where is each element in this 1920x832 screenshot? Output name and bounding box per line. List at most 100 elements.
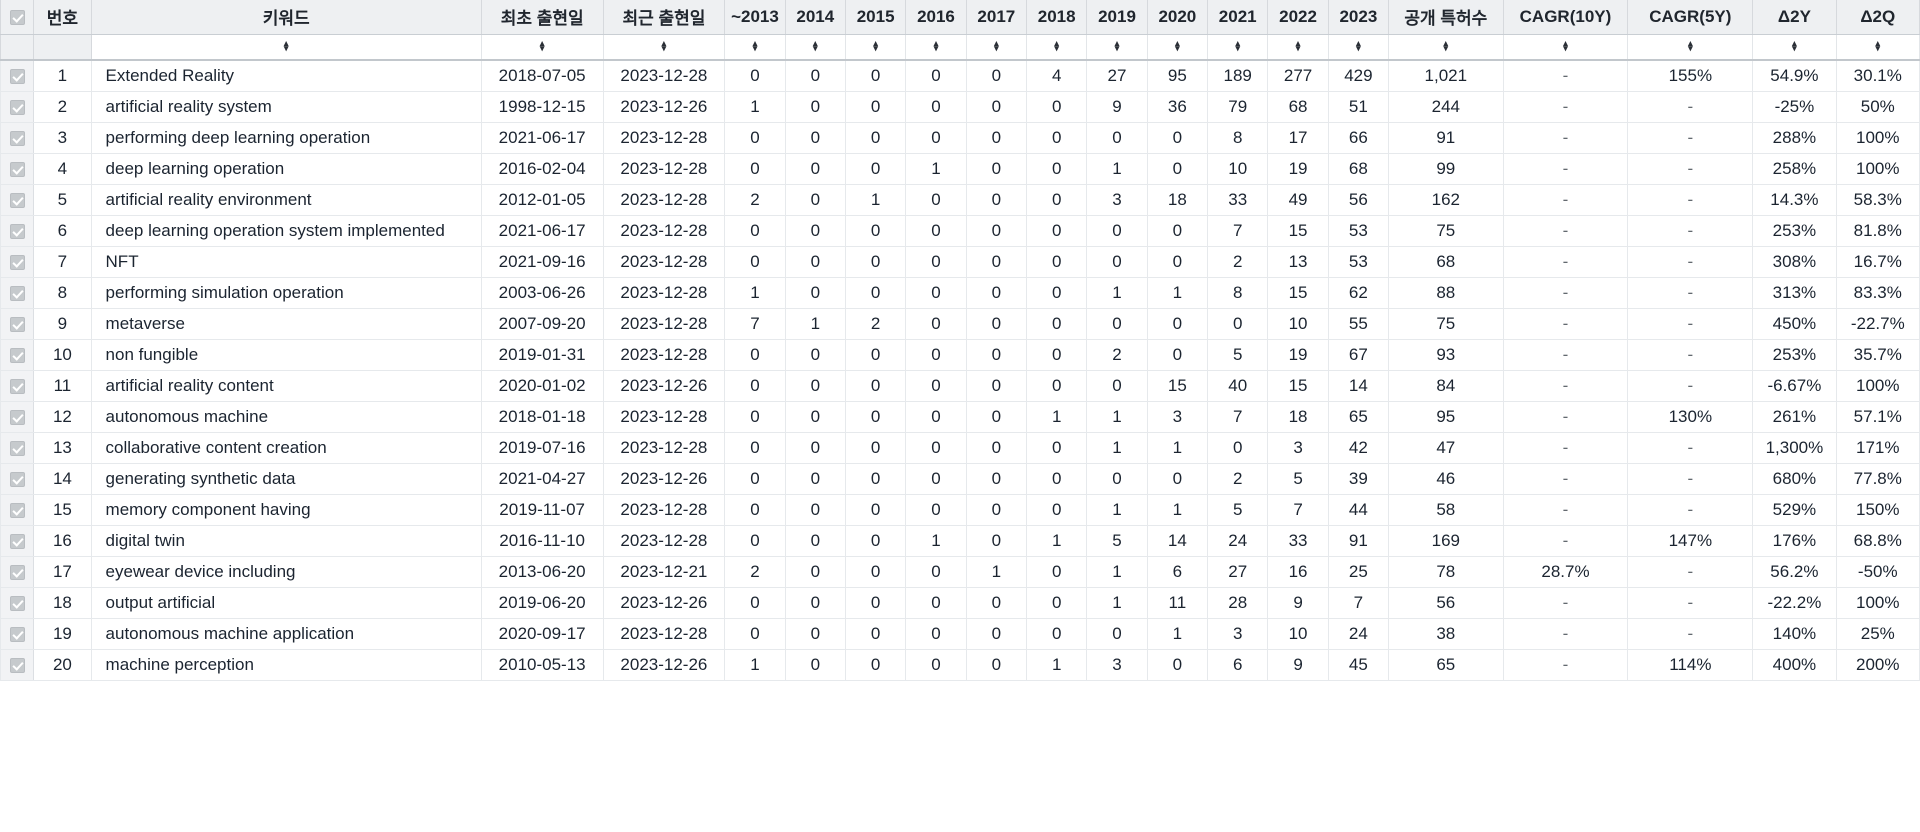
sort-chevron-icon[interactable]: ▴ ▾ [810,38,821,52]
sort-chevron-icon[interactable]: ▴ ▾ [870,38,881,52]
row-select-cell[interactable] [0,339,35,371]
row-checkbox[interactable] [9,347,25,363]
sort-control-y2021[interactable]: ▴ ▾ [1207,34,1269,61]
row-checkbox[interactable] [9,471,25,487]
sort-chevron-icon[interactable]: ▴ ▾ [658,38,669,52]
sort-chevron-icon[interactable]: ▴ ▾ [930,38,941,52]
sort-chevron-icon[interactable]: ▴ ▾ [749,38,760,52]
sort-control-first[interactable]: ▴ ▾ [481,34,604,61]
table-row[interactable]: 3 performing deep learning operation 2021-… [0,122,1920,154]
sort-control-cagr10[interactable]: ▴ ▾ [1503,34,1629,61]
row-select-cell[interactable] [0,401,35,433]
row-checkbox[interactable] [9,626,25,642]
sort-control-y2014[interactable]: ▴ ▾ [785,34,846,61]
sort-chevron-icon[interactable]: ▴ ▾ [1112,38,1123,52]
row-select-cell[interactable] [0,494,35,526]
table-row[interactable]: 11 artificial reality content 2020-01-02 20… [0,370,1920,402]
table-row[interactable]: 10 non fungible 2019-01-31 2023-12-28 0 0 0 0 0 0… [0,339,1920,371]
table-row[interactable]: 19 autonomous machine application 2020-09-… [0,618,1920,650]
row-select-cell[interactable] [0,587,35,619]
sort-chevron-icon[interactable]: ▴ ▾ [1353,38,1364,52]
sort-control-y2019[interactable]: ▴ ▾ [1086,34,1148,61]
table-row[interactable]: 17 eyewear device including 2013-06-20 2023… [0,556,1920,588]
table-row[interactable]: 1 Extended Reality 2018-07-05 2023-12-28 0 0 0… [0,60,1920,92]
row-select-cell[interactable] [0,153,35,185]
sort-chevron-icon[interactable]: ▴ ▾ [1051,38,1062,52]
table-row[interactable]: 12 autonomous machine 2018-01-18 2023-12-28… [0,401,1920,433]
row-select-cell[interactable] [0,525,35,557]
sort-control-y2013[interactable]: ▴ ▾ [724,34,786,61]
sort-control-d2q[interactable]: ▴ ▾ [1836,34,1920,61]
sort-chevron-icon[interactable]: ▴ ▾ [1293,38,1304,52]
row-select-cell[interactable] [0,463,35,495]
column-header-check[interactable] [0,0,35,35]
table-row[interactable]: 7 NFT 2021-09-16 2023-12-28 0 0 0 0 0 0 0 0 2 13 53 68-… [0,246,1920,278]
sort-control-cagr5[interactable]: ▴ ▾ [1627,34,1754,61]
table-row[interactable]: 15 memory component having 2019-11-07 2023-… [0,494,1920,526]
row-select-cell[interactable] [0,370,35,402]
row-checkbox[interactable] [9,316,25,332]
table-row[interactable]: 13 collaborative content creation 2019-07-… [0,432,1920,464]
sort-control-y2023[interactable]: ▴ ▾ [1328,34,1390,61]
table-row[interactable]: 18 output artificial 2019-06-20 2023-12-26 0… [0,587,1920,619]
sort-chevron-icon[interactable]: ▴ ▾ [1172,38,1183,52]
row-select-cell[interactable] [0,91,35,123]
sort-chevron-icon[interactable]: ▴ ▾ [1685,38,1696,52]
sort-chevron-icon[interactable]: ▴ ▾ [281,38,292,52]
sort-chevron-icon[interactable]: ▴ ▾ [1560,38,1571,52]
row-checkbox[interactable] [9,564,25,580]
row-select-cell[interactable] [0,556,35,588]
table-row[interactable]: 8 performing simulation operation 2003-06-… [0,277,1920,309]
sort-control-y2022[interactable]: ▴ ▾ [1267,34,1329,61]
table-row[interactable]: 20 machine perception 2010-05-13 2023-12-26… [0,649,1920,681]
row-select-cell[interactable] [0,122,35,154]
row-select-cell[interactable] [0,618,35,650]
row-select-cell[interactable] [0,246,35,278]
sort-control-y2020[interactable]: ▴ ▾ [1147,34,1209,61]
table-row[interactable]: 6 deep learning operation system implemen… [0,215,1920,247]
row-checkbox[interactable] [9,99,25,115]
row-select-cell[interactable] [0,308,35,340]
row-select-cell[interactable] [0,60,35,92]
table-row[interactable]: 9 metaverse 2007-09-20 2023-12-28 7 1 2 0 0 0 0 0 0 1… [0,308,1920,340]
sort-control-y2016[interactable]: ▴ ▾ [905,34,967,61]
select-all-checkbox[interactable] [9,9,25,25]
sort-chevron-icon[interactable]: ▴ ▾ [537,38,548,52]
sort-chevron-icon[interactable]: ▴ ▾ [1789,38,1800,52]
sort-control-d2y[interactable]: ▴ ▾ [1752,34,1837,61]
row-checkbox[interactable] [9,533,25,549]
row-select-cell[interactable] [0,215,35,247]
table-row[interactable]: 14 generating synthetic data 2021-04-27 202… [0,463,1920,495]
row-checkbox[interactable] [9,161,25,177]
row-checkbox[interactable] [9,409,25,425]
sort-chevron-icon[interactable]: ▴ ▾ [1872,38,1883,52]
row-checkbox[interactable] [9,68,25,84]
row-checkbox[interactable] [9,192,25,208]
sort-control-y2017[interactable]: ▴ ▾ [966,34,1028,61]
sort-control-total[interactable]: ▴ ▾ [1388,34,1504,61]
row-checkbox[interactable] [9,223,25,239]
row-checkbox[interactable] [9,440,25,456]
row-checkbox[interactable] [9,254,25,270]
row-select-cell[interactable] [0,184,35,216]
row-checkbox[interactable] [9,285,25,301]
sort-control-y2018[interactable]: ▴ ▾ [1026,34,1088,61]
row-select-cell[interactable] [0,649,35,681]
row-checkbox[interactable] [9,595,25,611]
sort-chevron-icon[interactable]: ▴ ▾ [1440,38,1451,52]
row-select-cell[interactable] [0,277,35,309]
table-row[interactable]: 16 digital twin 2016-11-10 2023-12-28 0 0 0 1 0 1… [0,525,1920,557]
sort-chevron-icon[interactable]: ▴ ▾ [991,38,1002,52]
sort-control-y2015[interactable]: ▴ ▾ [845,34,907,61]
sort-control-last[interactable]: ▴ ▾ [603,34,726,61]
row-checkbox[interactable] [9,502,25,518]
row-checkbox[interactable] [9,130,25,146]
table-row[interactable]: 4 deep learning operation 2016-02-04 2023-1… [0,153,1920,185]
table-row[interactable]: 2 artificial reality system 1998-12-15 2023… [0,91,1920,123]
row-checkbox[interactable] [9,657,25,673]
sort-chevron-icon[interactable]: ▴ ▾ [1232,38,1243,52]
row-select-cell[interactable] [0,432,35,464]
row-checkbox[interactable] [9,378,25,394]
sort-control-kw[interactable]: ▴ ▾ [91,34,482,61]
table-row[interactable]: 5 artificial reality environment 2012-01-0… [0,184,1920,216]
